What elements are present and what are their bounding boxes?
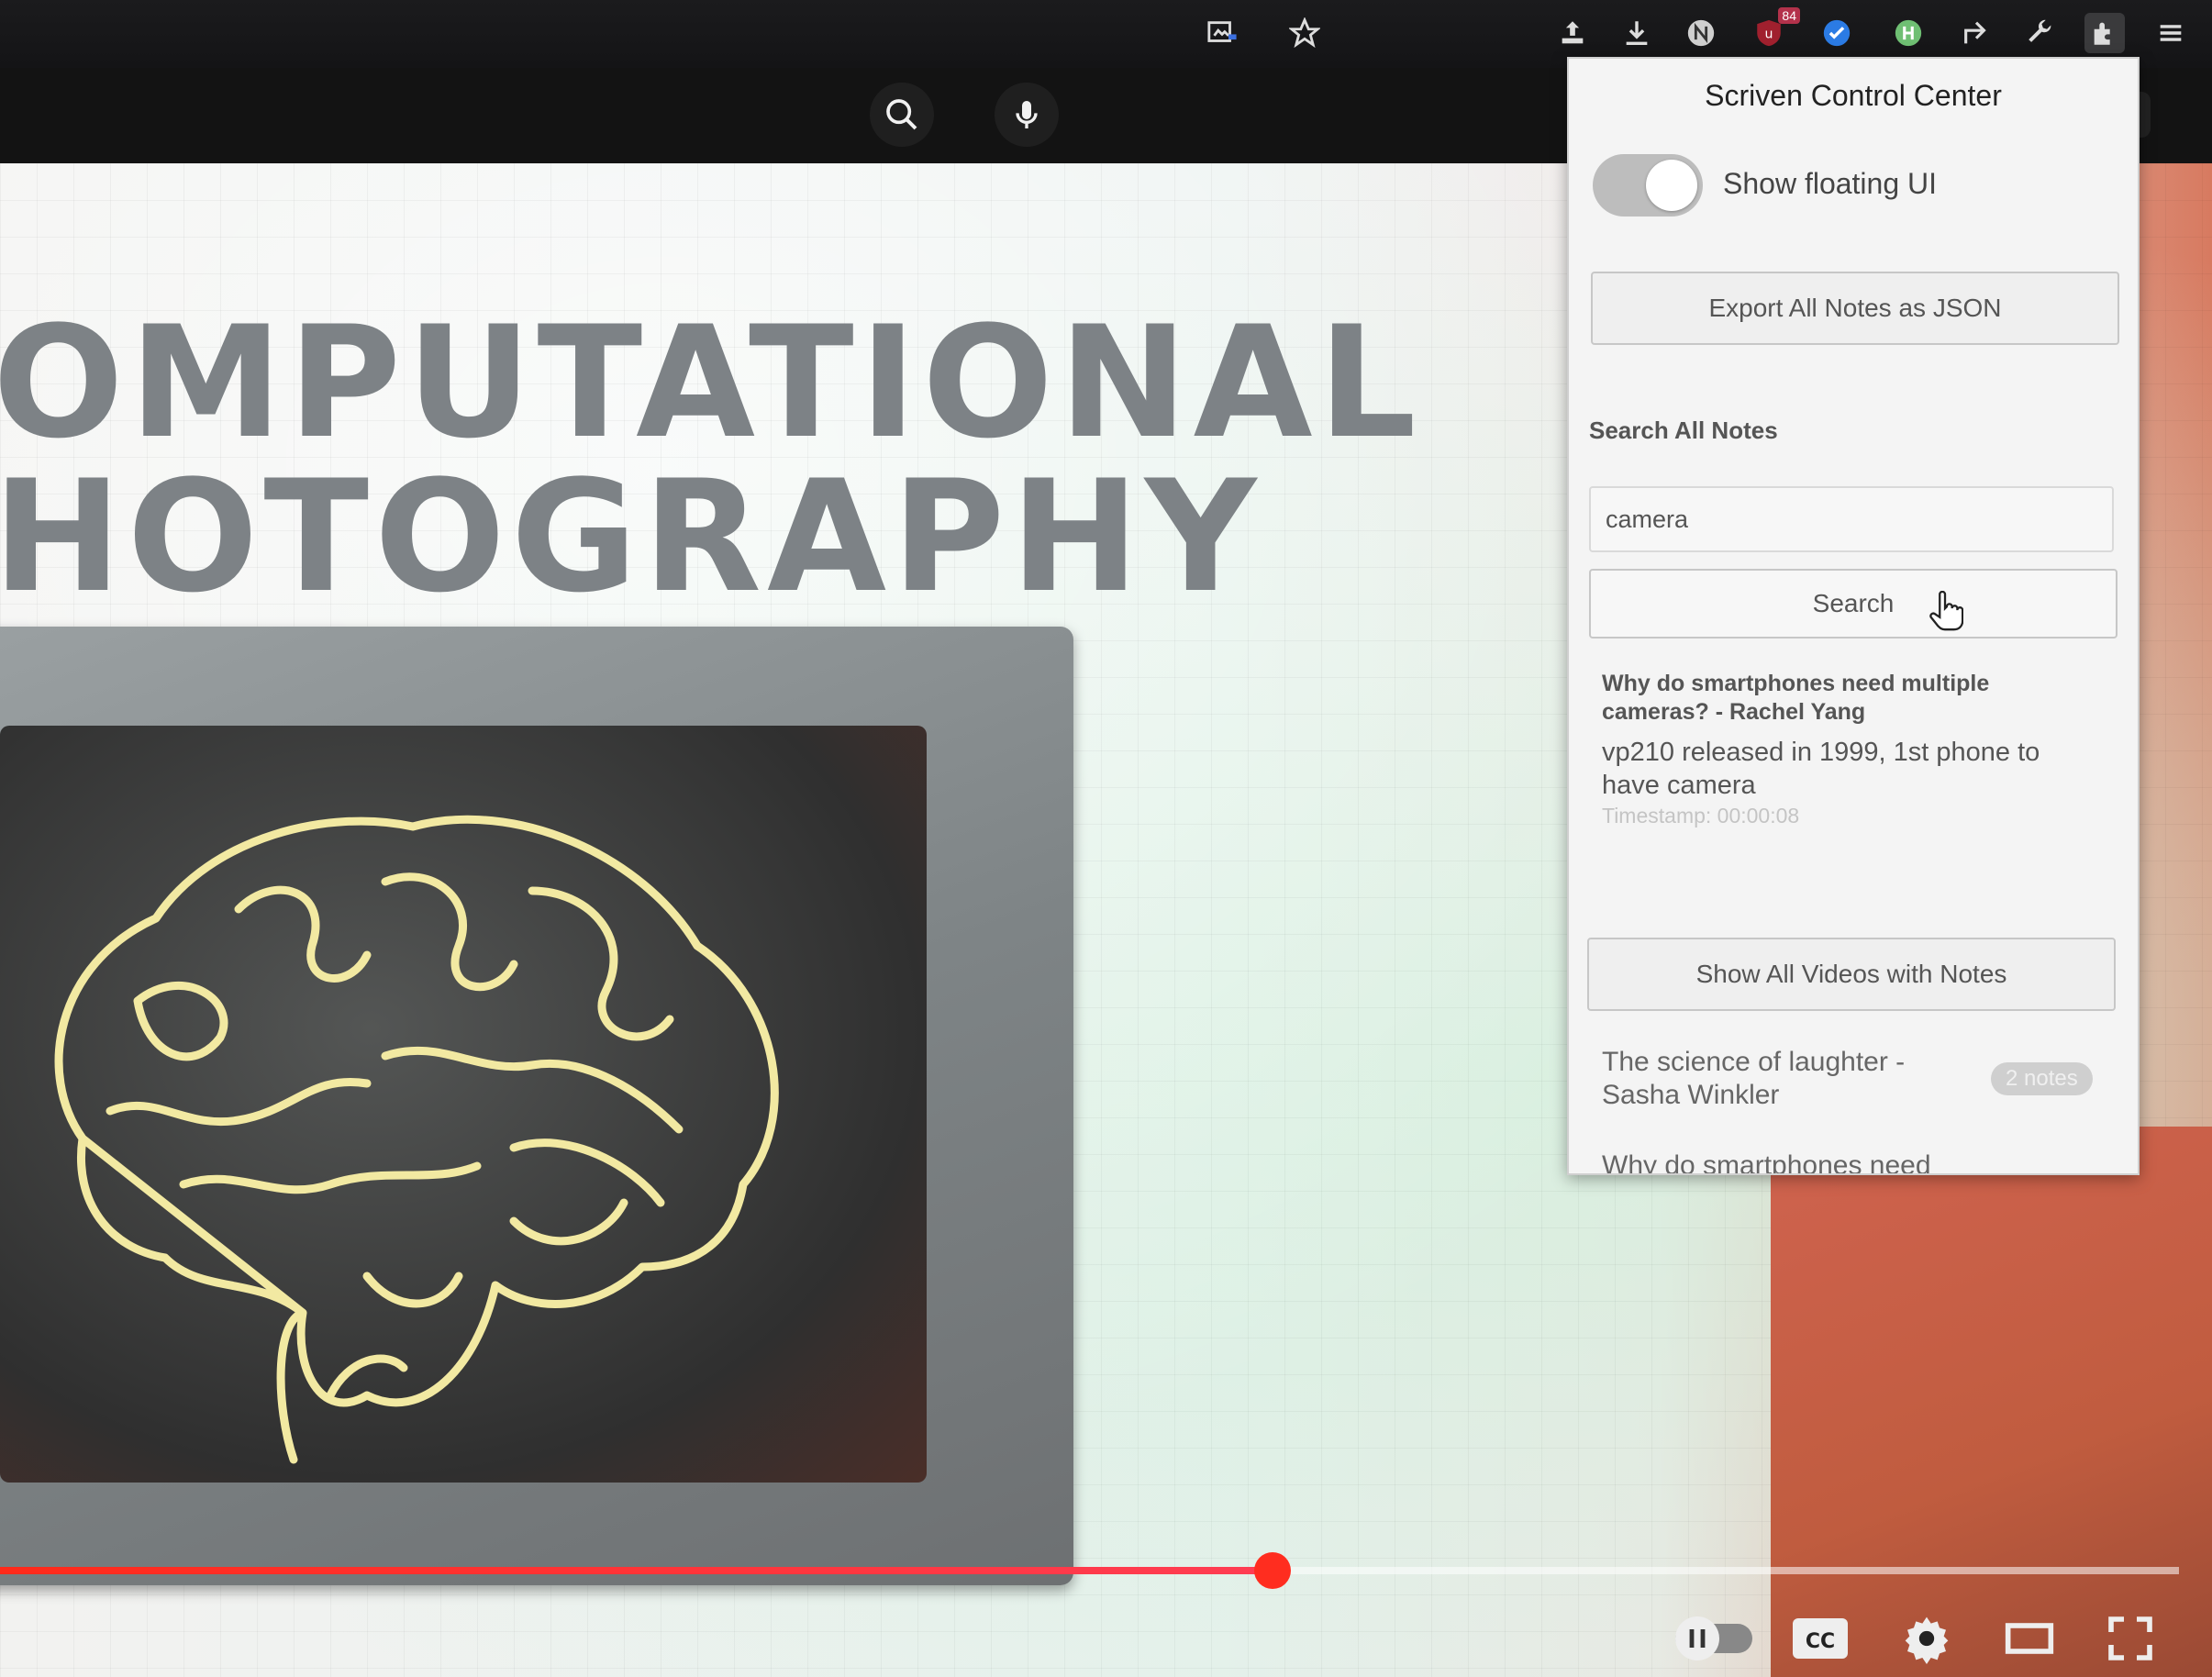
bookmark-star-icon[interactable] [1284,13,1325,53]
slide-title-line1: OMPUTATIONAL [0,293,1422,472]
puzzle-extension-icon[interactable] [2084,13,2125,53]
green-extension-icon[interactable] [1888,13,1929,53]
slide-right-glow [1771,1127,2212,1677]
scriven-popup: Scriven Control Center Show floating UI … [1567,57,2140,1175]
search-result-timestamp[interactable]: Timestamp: 00:00:08 [1602,804,1799,828]
monitor-illustration [0,627,1073,1585]
screenshot-icon[interactable] [1202,13,1242,53]
theater-mode-icon[interactable] [2000,1613,2059,1664]
ublock-icon[interactable]: u 84 [1749,7,1800,53]
extension-upload-icon[interactable] [1552,13,1593,53]
captions-icon[interactable]: CC [1791,1613,1850,1664]
toggle-knob [1646,160,1697,211]
autoplay-toggle-icon[interactable] [1672,1613,1756,1664]
captions-text: CC [1806,1630,1835,1653]
brain-icon [54,815,779,1464]
wrench-icon[interactable] [2020,13,2061,53]
search-icon[interactable] [870,83,934,147]
notes-count-badge: 2 notes [1991,1062,2093,1095]
floating-ui-toggle-label: Show floating UI [1723,167,1938,200]
share-icon[interactable] [1956,13,1996,53]
blue-check-extension-icon[interactable] [1817,13,1857,53]
n-extension-icon[interactable] [1681,13,1721,53]
microphone-icon[interactable] [995,83,1059,147]
svg-text:u: u [1765,28,1773,42]
search-button[interactable]: Search [1589,569,2118,639]
progress-fill [0,1567,1273,1574]
search-section-label: Search All Notes [1589,416,1778,444]
search-notes-input[interactable] [1589,486,2114,552]
floating-ui-toggle[interactable] [1593,154,1703,217]
search-result-note: vp210 released in 1999, 1st phone to hav… [1602,738,2040,800]
show-videos-button[interactable]: Show All Videos with Notes [1587,938,2116,1011]
hand-cursor-icon [1929,591,1963,631]
menu-icon[interactable] [2151,13,2191,53]
ublock-badge: 84 [1778,7,1800,24]
fullscreen-icon[interactable] [2101,1613,2160,1664]
video-list-item-title[interactable]: The science of laughter - Sasha Winkler [1602,1046,1951,1112]
progress-scrubber[interactable] [1254,1552,1291,1589]
search-result-title[interactable]: Why do smartphones need multiple cameras… [1602,670,2097,727]
slide-title-line2: HOTOGRAPHY [0,447,1262,627]
video-list-item-title[interactable]: Why do smartphones need [1602,1150,2116,1173]
settings-icon[interactable] [1897,1613,1956,1664]
monitor-screen [0,726,927,1483]
export-notes-button[interactable]: Export All Notes as JSON [1591,272,2119,345]
download-icon[interactable] [1617,13,1657,53]
popup-title: Scriven Control Center [1705,79,2002,112]
